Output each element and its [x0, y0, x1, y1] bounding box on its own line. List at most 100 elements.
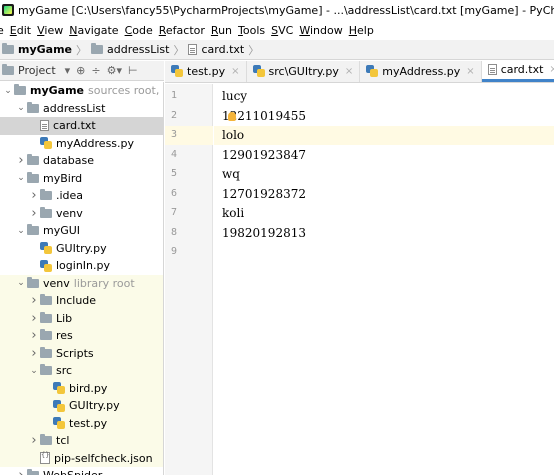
tree-item[interactable]: GUItry.py	[0, 397, 163, 415]
tree-item[interactable]: bird.py	[0, 379, 163, 397]
tree-item-label: database	[43, 154, 94, 168]
tree-item-label: venv	[43, 276, 70, 290]
menu-item[interactable]: Refactor	[159, 24, 211, 37]
menu-bar: e Edit View Navigate Code Refactor Run Tools SVC…	[0, 20, 554, 40]
editor-line[interactable]: lucy	[222, 89, 247, 103]
text-file-icon	[188, 44, 198, 55]
chevron-right-icon[interactable]: ›	[28, 346, 40, 361]
tree-item[interactable]: myAddress.py	[0, 135, 163, 153]
text-editor[interactable]: lucy 12211019455 lolo 12901923847 wq 12701928…	[214, 84, 554, 475]
tree-item[interactable]: › Include	[0, 292, 163, 310]
menu-label: e	[0, 23, 4, 37]
tree-item-label: myAddress.py	[56, 136, 135, 150]
tree-item[interactable]: ⌄ myBird	[0, 170, 163, 188]
tree-item[interactable]: loginIn.py	[0, 257, 163, 275]
tree-item[interactable]: GUItry.py	[0, 240, 163, 258]
tree-item[interactable]: › Scripts	[0, 344, 163, 362]
editor-tab[interactable]: myAddress.py ×	[360, 61, 482, 82]
collapse-all-icon[interactable]: ÷	[91, 64, 100, 77]
tree-item-label: GUItry.py	[69, 399, 120, 413]
tree-item[interactable]: › Lib	[0, 309, 163, 327]
tree-item-label: res	[56, 329, 73, 343]
tree-item[interactable]: › tcl	[0, 432, 163, 450]
chevron-down-icon[interactable]: ⌄	[15, 103, 27, 113]
menu-item[interactable]: Window	[299, 24, 348, 37]
menu-label: VC	[278, 23, 294, 37]
menu-item[interactable]: e	[0, 24, 10, 37]
tree-item[interactable]: test.py	[0, 414, 163, 432]
editor-line[interactable]: 19820192813	[222, 226, 306, 240]
tree-item[interactable]: › venv	[0, 205, 163, 223]
json-file-icon	[40, 451, 50, 465]
chevron-down-icon[interactable]: ⌄	[15, 226, 27, 236]
chevron-right-icon[interactable]: ›	[28, 206, 40, 221]
tree-item[interactable]: ⌄ venv library root	[0, 274, 163, 292]
editor-tab[interactable]: test.py ×	[165, 61, 247, 82]
project-view-dropdown-icon[interactable]: ▾	[65, 64, 71, 77]
menu-item[interactable]: View	[37, 24, 69, 37]
menu-item[interactable]: Help	[349, 24, 380, 37]
menu-item[interactable]: Tools	[238, 24, 271, 37]
close-icon[interactable]: ×	[231, 66, 239, 77]
tree-item[interactable]: ⌄ myGUI	[0, 222, 163, 240]
tree-item[interactable]: › database	[0, 152, 163, 170]
close-icon[interactable]: ×	[345, 66, 353, 77]
tree-item[interactable]: › res	[0, 327, 163, 345]
folder-icon	[40, 311, 52, 323]
tree-item[interactable]: › .idea	[0, 187, 163, 205]
chevron-down-icon[interactable]: ⌄	[2, 86, 14, 96]
tree-item[interactable]: › WebSpider	[0, 467, 163, 475]
tree-item-label: src	[56, 364, 73, 378]
breadcrumb-separator: 〉	[76, 43, 88, 57]
editor-line[interactable]: koli	[222, 206, 244, 220]
editor-line[interactable]: wq	[222, 167, 240, 181]
chevron-right-icon[interactable]: ›	[28, 328, 40, 343]
close-icon[interactable]: ×	[549, 64, 554, 75]
breadcrumb-folder[interactable]: addressList	[87, 43, 173, 56]
tree-item[interactable]: ⌄ src	[0, 362, 163, 380]
tree-item-label: myBird	[43, 171, 83, 185]
menu-mnemonic: H	[348, 23, 357, 37]
hide-panel-icon[interactable]: ⊢	[128, 64, 138, 77]
chevron-down-icon[interactable]: ⌄	[15, 173, 27, 183]
tree-item-label: WebSpider	[43, 469, 102, 475]
tree-item[interactable]: ⌄ myGamesources root, C:\Us	[0, 82, 163, 100]
folder-icon	[27, 171, 39, 183]
menu-item[interactable]: Code	[125, 24, 159, 37]
text-file-icon	[487, 64, 497, 75]
tree-item[interactable]: card.txt	[0, 117, 163, 135]
editor-line[interactable]: 12901923847	[222, 148, 306, 162]
text-file-icon	[40, 120, 49, 132]
settings-gear-icon[interactable]: ⚙▾	[107, 64, 122, 77]
close-icon[interactable]: ×	[466, 66, 474, 77]
breadcrumb-file[interactable]: card.txt	[184, 43, 248, 56]
chevron-right-icon[interactable]: ›	[28, 188, 40, 203]
locate-file-icon[interactable]: ⊕	[76, 64, 85, 77]
chevron-down-icon[interactable]: ⌄	[15, 278, 27, 288]
chevron-right-icon[interactable]: ›	[28, 433, 40, 448]
editor-tab[interactable]: card.txt ×	[481, 61, 554, 82]
folder-icon	[14, 84, 26, 96]
menu-item[interactable]: Edit	[10, 24, 37, 37]
menu-item[interactable]: SVC	[271, 24, 299, 37]
chevron-right-icon[interactable]: ›	[28, 311, 40, 326]
tree-item-label: Include	[56, 294, 97, 308]
tree-item-label: tcl	[56, 434, 70, 448]
chevron-down-icon[interactable]: ⌄	[28, 366, 40, 376]
breadcrumb-project[interactable]: myGame	[0, 43, 76, 56]
project-view-label[interactable]: Project	[18, 64, 56, 77]
chevron-right-icon[interactable]: ›	[28, 293, 40, 308]
editor-tab-label: card.txt	[500, 63, 544, 76]
menu-label: un	[218, 23, 233, 37]
editor-tab[interactable]: src\GUItry.py ×	[247, 61, 361, 82]
editor-line[interactable]: lolo	[222, 128, 244, 142]
menu-item[interactable]: Navigate	[69, 24, 124, 37]
chevron-right-icon[interactable]: ›	[15, 153, 27, 168]
menu-item[interactable]: Run	[211, 24, 238, 37]
chevron-right-icon[interactable]: ›	[15, 468, 27, 475]
tree-item[interactable]: pip-selfcheck.json	[0, 449, 163, 467]
tree-item[interactable]: ⌄ addressList	[0, 100, 163, 118]
line-number: 9	[171, 246, 178, 257]
lightbulb-icon[interactable]	[228, 111, 236, 121]
editor-line[interactable]: 12701928372	[222, 187, 306, 201]
